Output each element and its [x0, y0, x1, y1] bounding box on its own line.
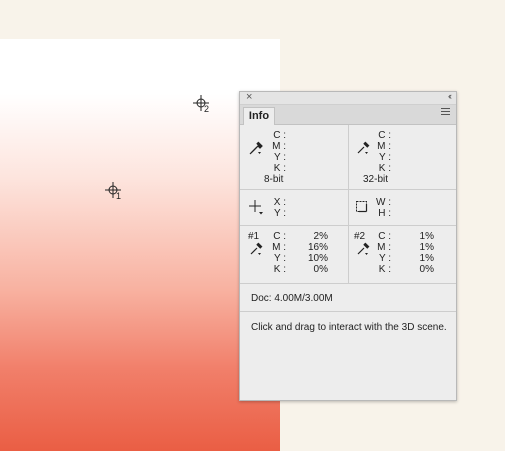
sampler-number: 1 [116, 191, 122, 201]
sampler-readout-section: #1 C : M : Y : K : 2% 16% 10% 0% #2 C: … [240, 226, 456, 284]
m-label: M : [272, 242, 286, 253]
m-label: M : [377, 242, 391, 253]
y-value: 1% [419, 253, 434, 264]
k-value: 0% [313, 264, 328, 275]
crosshair-icon[interactable] [249, 200, 264, 215]
c-label: C : [378, 231, 391, 242]
eyedropper-icon[interactable] [249, 141, 263, 155]
y-label: Y : [378, 253, 391, 264]
panel-menu-icon[interactable] [441, 108, 450, 118]
selection-size-icon [356, 201, 368, 213]
info-panel: × ‹‹ Info C : M : Y : K : 8-bit C: M: … [239, 91, 457, 401]
doc-info-row: Doc: 4.00M/3.00M [240, 284, 456, 312]
c-label: C : [378, 130, 391, 141]
eyedropper-icon[interactable] [356, 242, 370, 256]
close-icon[interactable]: × [246, 91, 252, 103]
color-sampler-2[interactable]: 2 [193, 95, 210, 114]
position-readout-section: X : Y : W : H : [240, 190, 456, 226]
m-value: 1% [419, 242, 434, 253]
k-label: K : [378, 264, 391, 275]
document-canvas[interactable] [0, 39, 280, 451]
panel-titlebar[interactable]: × ‹‹ [240, 91, 456, 105]
color-readout-section: C : M : Y : K : 8-bit C : M : Y : K : 32… [240, 125, 456, 190]
m-label: M : [272, 141, 286, 152]
k-value: 0% [419, 264, 434, 275]
eyedropper-icon[interactable] [249, 242, 263, 256]
c-label: C : [273, 231, 286, 242]
c-value: 1% [419, 231, 434, 242]
m-label: M : [377, 141, 391, 152]
collapse-icon[interactable]: ‹‹ [448, 91, 452, 101]
k-label: K : [273, 264, 286, 275]
readout-left: C : M : Y : K : 8-bit [240, 125, 348, 189]
sampler-2-readout: #2 C : M : Y : K : 1% 1% 1% 0% [349, 226, 457, 283]
sampler-1-readout: #1 C : M : Y : K : 2% 16% 10% 0% [240, 226, 348, 283]
x-label: X : [273, 197, 286, 208]
c-value: 2% [313, 231, 328, 242]
y-label: Y : [273, 152, 286, 163]
k-label: K : [273, 163, 286, 174]
h-label: H : [378, 208, 391, 219]
sampler-tag: #2 [354, 231, 366, 242]
y-value: 10% [307, 253, 328, 264]
sampler-number: 2 [204, 104, 210, 114]
tool-hint-text: Click and drag to interact with the 3D s… [251, 322, 447, 333]
position-cell: X : Y : [240, 190, 348, 225]
color-sampler-1[interactable]: 1 [105, 182, 122, 201]
y-label: Y : [273, 253, 286, 264]
y-label: Y : [273, 208, 286, 219]
sampler-tag: #1 [248, 231, 260, 242]
k-label: K : [378, 163, 391, 174]
size-cell: W : H : [349, 190, 457, 225]
y-label: Y : [378, 152, 391, 163]
eyedropper-icon[interactable] [356, 141, 370, 155]
c-label: C : [273, 130, 286, 141]
doc-size-text: Doc: 4.00M/3.00M [251, 293, 333, 304]
panel-tabbar: Info [240, 105, 456, 125]
bit-depth[interactable]: 32-bit [363, 174, 388, 185]
w-label: W : [376, 197, 391, 208]
readout-right: C : M : Y : K : 32-bit [349, 125, 457, 189]
tab-info[interactable]: Info [243, 107, 275, 125]
m-value: 16% [307, 242, 328, 253]
bit-depth[interactable]: 8-bit [264, 174, 283, 185]
